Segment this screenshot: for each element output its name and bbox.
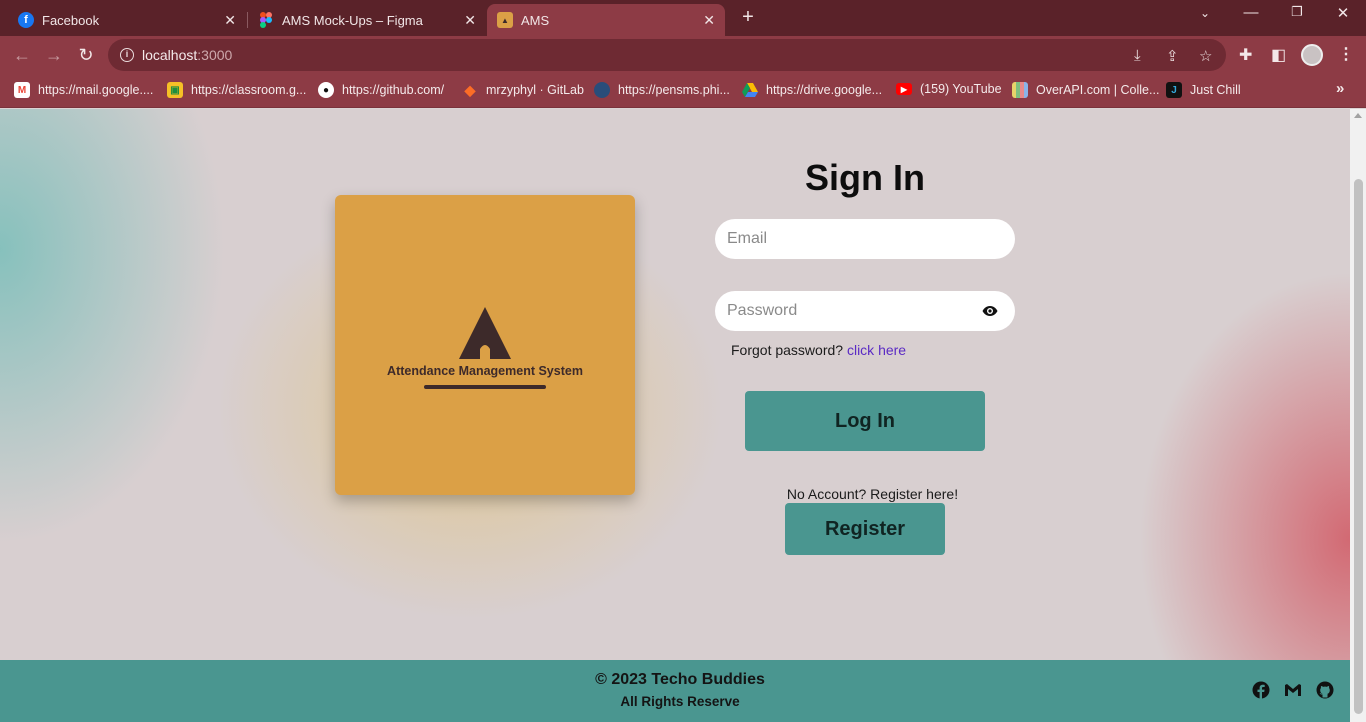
bookmark-star-icon[interactable]: ☆: [1199, 47, 1212, 65]
forgot-password-text: Forgot password?: [731, 342, 844, 358]
tab-search-chevron-icon[interactable]: ⌄: [1182, 6, 1228, 20]
scrollbar-thumb[interactable]: [1354, 179, 1363, 714]
figma-icon: [258, 12, 274, 28]
forgot-password: Forgot password? click here: [731, 342, 906, 358]
share-icon[interactable]: ⇪: [1166, 47, 1179, 65]
bookmark-label: https://drive.google...: [766, 83, 883, 97]
bookmark-justchill[interactable]: J Just Chill: [1166, 82, 1241, 98]
bookmark-label: https://pensms.phi...: [618, 83, 730, 97]
back-arrow-icon[interactable]: ←: [11, 44, 33, 66]
close-icon[interactable]: ✕: [224, 12, 236, 29]
bookmark-label: (159) YouTube: [920, 82, 1002, 96]
facebook-icon: f: [18, 12, 34, 28]
classroom-icon: ▣: [167, 82, 183, 98]
bookmark-label: mrzyphyl · GitLab: [486, 83, 584, 97]
menu-kebab-icon[interactable]: ⋮: [1338, 44, 1354, 64]
ams-favicon: ▲: [497, 12, 513, 28]
bookmark-drive[interactable]: https://drive.google...: [742, 82, 882, 98]
bookmark-classroom[interactable]: ▣ https://classroom.g...: [167, 82, 306, 98]
profile-avatar[interactable]: [1301, 44, 1323, 66]
logo-text: Attendance Management System: [387, 364, 583, 378]
extensions-puzzle-icon[interactable]: ✚: [1239, 45, 1252, 65]
justchill-icon: J: [1166, 82, 1182, 98]
eye-icon[interactable]: [982, 305, 998, 317]
email-field[interactable]: [715, 219, 1015, 259]
reload-icon[interactable]: ↻: [75, 44, 97, 66]
bookmark-gitlab[interactable]: ◆ mrzyphyl · GitLab: [462, 82, 584, 98]
more-bookmarks-chevron-icon[interactable]: »: [1336, 80, 1344, 97]
footer-copyright: © 2023 Techo Buddies: [595, 671, 765, 688]
bookmarks-bar: M https://mail.google.... ▣ https://clas…: [0, 74, 1366, 108]
youtube-icon: ▶: [896, 83, 912, 95]
tab-strip: f Facebook ✕ AMS Mock-Ups – Figma ✕ ▲ AM…: [0, 0, 1366, 36]
drive-icon: [742, 82, 758, 98]
restore-button[interactable]: ❐: [1274, 4, 1320, 20]
bookmark-youtube[interactable]: ▶ (159) YouTube: [896, 82, 1002, 96]
password-field[interactable]: [715, 291, 1015, 331]
footer-rights: All Rights Reserve: [620, 694, 740, 709]
scroll-up-arrow-icon[interactable]: [1354, 113, 1362, 118]
close-window-button[interactable]: ✕: [1320, 4, 1366, 22]
new-tab-button[interactable]: +: [738, 6, 758, 29]
forgot-password-link[interactable]: click here: [847, 342, 906, 358]
no-account-text: No Account? Register here!: [786, 486, 959, 502]
url-text[interactable]: localhost:3000: [142, 47, 232, 63]
github-icon: ●: [318, 82, 334, 98]
close-icon[interactable]: ✕: [703, 12, 715, 29]
install-app-icon[interactable]: ⤓: [1134, 47, 1141, 64]
page-content: Attendance Management System Sign In For…: [0, 109, 1350, 660]
tab-title: AMS Mock-Ups – Figma: [282, 12, 423, 28]
bookmark-label: https://github.com/: [342, 83, 445, 97]
bookmark-label: OverAPI.com | Colle...: [1036, 83, 1160, 97]
tab-figma[interactable]: AMS Mock-Ups – Figma ✕: [248, 4, 486, 36]
gmail-icon: M: [14, 82, 30, 98]
gmail-icon[interactable]: [1284, 681, 1302, 699]
bookmark-overapi[interactable]: OverAPI.com | Colle...: [1012, 82, 1159, 98]
tab-title: Facebook: [42, 12, 100, 28]
bookmark-label: https://classroom.g...: [191, 83, 307, 97]
logo-card: [335, 195, 635, 495]
footer: © 2023 Techo Buddies All Rights Reserve: [0, 660, 1350, 722]
github-icon[interactable]: [1316, 681, 1334, 699]
page-title: Sign In: [805, 157, 925, 198]
bookmark-gmail[interactable]: M https://mail.google....: [14, 82, 153, 98]
minimize-button[interactable]: —: [1228, 4, 1274, 21]
login-button[interactable]: Log In: [745, 391, 985, 451]
browser-toolbar: ← → ↻ i localhost:3000 ⤓ ⇪ ☆ ✚ ◧: [0, 36, 1366, 74]
bookmark-label: Just Chill: [1190, 83, 1241, 97]
site-info-icon[interactable]: i: [120, 48, 134, 62]
bookmark-pensms[interactable]: https://pensms.phi...: [594, 82, 730, 98]
bookmark-label: https://mail.google....: [38, 83, 154, 97]
gitlab-icon: ◆: [464, 81, 476, 98]
tab-title: AMS: [521, 12, 550, 28]
page-scrollbar[interactable]: [1350, 109, 1366, 722]
register-button[interactable]: Register: [785, 503, 945, 555]
overapi-icon: [1012, 82, 1028, 98]
logo-underline: [424, 385, 546, 389]
tab-facebook[interactable]: f Facebook ✕: [8, 4, 246, 36]
facebook-icon[interactable]: [1252, 681, 1270, 699]
side-panel-icon[interactable]: ◧: [1271, 45, 1286, 65]
address-bar[interactable]: i localhost:3000 ⤓ ⇪ ☆: [108, 39, 1226, 71]
pensms-icon: [594, 82, 610, 98]
forward-arrow-icon[interactable]: →: [43, 44, 65, 66]
tent-logo-icon: [459, 307, 511, 359]
bookmark-github[interactable]: ● https://github.com/: [318, 82, 444, 98]
close-icon[interactable]: ✕: [464, 12, 476, 29]
tab-ams[interactable]: ▲ AMS ✕: [487, 4, 725, 36]
